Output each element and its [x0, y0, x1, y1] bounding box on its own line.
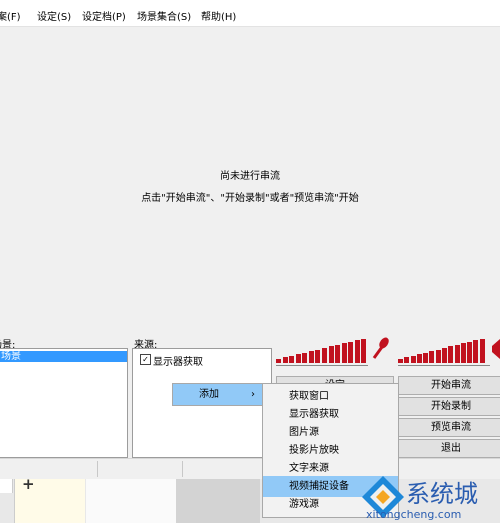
meter-bar: [361, 338, 367, 363]
chevron-right-icon: ›: [251, 389, 255, 400]
preview-hint-text: 点击"开始串流"、"开始录制"或者"预览串流"开始: [141, 193, 359, 204]
meter-bar: [460, 343, 466, 363]
meter-bar: [315, 349, 321, 363]
meter-bar: [435, 349, 441, 363]
meter-bar: [416, 354, 422, 363]
context-menu: 添加 ›: [172, 383, 264, 406]
start-streaming-button[interactable]: 开始串流: [398, 376, 500, 395]
menu-profile[interactable]: 设定档(P): [82, 8, 126, 23]
microphone-icon[interactable]: [371, 336, 389, 360]
speaker-icon[interactable]: [490, 339, 500, 359]
meter-bar: [454, 344, 460, 363]
desktop-volume-slider[interactable]: [398, 365, 490, 370]
source-item[interactable]: 显示器获取: [153, 353, 203, 368]
source-checkbox[interactable]: ✓: [140, 354, 151, 365]
meter-bar: [335, 344, 341, 363]
scene-item[interactable]: 场景: [0, 351, 127, 362]
menu-scene-collection[interactable]: 场景集合(S): [137, 8, 191, 23]
menu-help[interactable]: 帮助(H): [201, 8, 236, 23]
menu-file[interactable]: 档案(F): [0, 8, 21, 23]
meter-bar: [448, 346, 454, 363]
start-recording-button[interactable]: 开始录制: [398, 397, 500, 416]
meter-bar: [423, 352, 429, 363]
meter-bar: [282, 357, 288, 363]
preview-stream-button[interactable]: 预览串流: [398, 418, 500, 437]
watermark-url: xitongcheng.com: [366, 508, 462, 521]
meter-bar: [295, 354, 301, 363]
meter-bar: [442, 348, 447, 363]
meter-bar: [308, 351, 314, 363]
mic-volume-slider[interactable]: [276, 365, 368, 370]
add-menu-item[interactable]: 添加 ›: [173, 384, 263, 405]
exit-button[interactable]: 退出: [398, 439, 500, 458]
mic-volume-meter[interactable]: [276, 337, 368, 363]
meter-bar: [322, 348, 327, 363]
watermark-logo: 系统城 xitongcheng.com: [360, 470, 500, 523]
watermark-brand: 系统城: [406, 480, 478, 508]
add-plus-icon[interactable]: +: [22, 475, 35, 493]
meter-bar: [473, 340, 479, 363]
menu-settings[interactable]: 设定(S): [37, 8, 71, 23]
meter-bar: [302, 352, 308, 363]
meter-bar: [354, 340, 360, 363]
meter-bar: [348, 341, 354, 363]
menu-bar: 档案(F) 设定(S) 设定档(P) 场景集合(S) 帮助(H): [0, 0, 500, 27]
meter-bar: [276, 359, 281, 363]
meter-bar: [398, 359, 403, 363]
preview-area: 尚未进行串流 点击"开始串流"、"开始录制"或者"预览串流"开始: [0, 27, 500, 332]
desktop-volume-meter[interactable]: [398, 337, 486, 363]
meter-bar: [404, 357, 410, 363]
meter-bar: [328, 346, 334, 363]
scenes-list[interactable]: 场景: [0, 348, 128, 458]
meter-bar: [479, 338, 485, 363]
meter-bar: [289, 355, 295, 363]
preview-status-text: 尚未进行串流: [220, 171, 280, 182]
meter-bar: [429, 351, 435, 363]
meter-bar: [410, 355, 416, 363]
meter-bar: [341, 343, 347, 363]
meter-bar: [467, 341, 473, 363]
